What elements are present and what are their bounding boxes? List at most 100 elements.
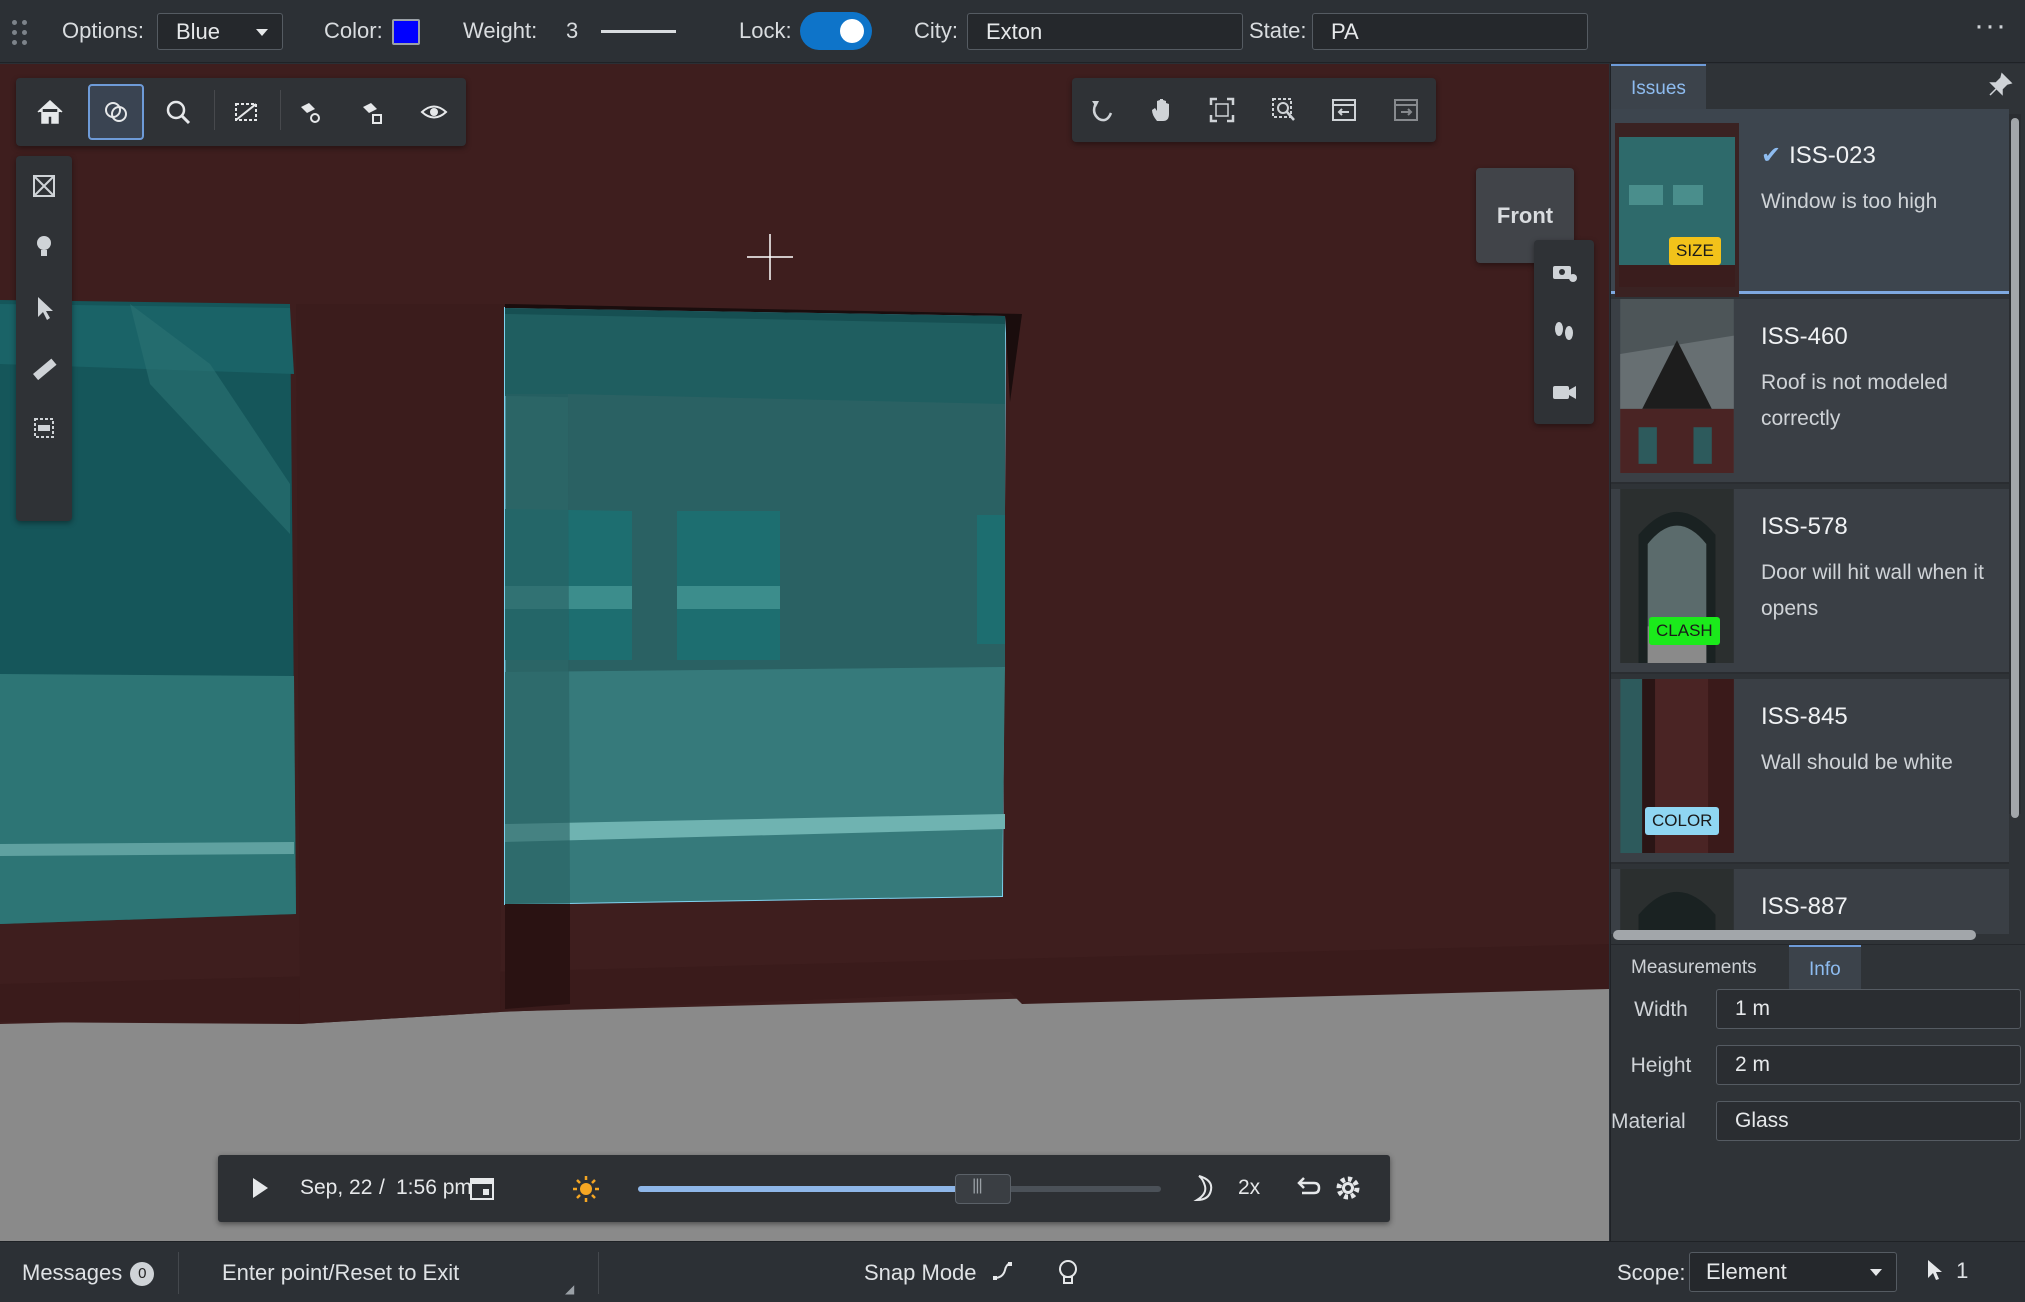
timeline-time: 1:56 pm — [396, 1176, 472, 1199]
clip-icon[interactable] — [16, 158, 72, 214]
snap-mode-button[interactable]: Snap Mode — [864, 1260, 1013, 1286]
play-icon[interactable] — [248, 1175, 272, 1207]
timeline-progress — [638, 1186, 984, 1192]
issue-id: ISS-887 — [1761, 893, 1848, 920]
tab-measurements[interactable]: Measurements — [1611, 945, 1777, 990]
section-tools-icon[interactable] — [16, 400, 72, 456]
tool-prompt: Enter point/Reset to Exit — [222, 1260, 460, 1285]
view-toolbar — [16, 78, 466, 146]
rotate-icon[interactable] — [1074, 82, 1130, 138]
weight-value: 3 — [566, 18, 579, 43]
previous-view-icon[interactable] — [1316, 82, 1372, 138]
timeline-slider[interactable] — [638, 1174, 1161, 1204]
material-field[interactable]: Glass — [1716, 1101, 2021, 1141]
hide-icon[interactable] — [282, 84, 338, 140]
more-horizontal-icon[interactable]: ··· — [1974, 11, 2007, 41]
lightbulb-icon[interactable] — [16, 218, 72, 274]
tab-info[interactable]: Info — [1789, 945, 1861, 990]
top-toolbar: Options: Blue Color: Weight: 3 Lock: Cit… — [0, 0, 2025, 63]
issue-badge: CLASH — [1649, 617, 1720, 645]
timeline-slider-handle[interactable] — [955, 1174, 1012, 1204]
issue-id: ISS-578 — [1761, 513, 1848, 540]
search-icon[interactable] — [150, 84, 206, 140]
width-label: Width — [1634, 998, 1688, 1021]
calendar-icon[interactable] — [469, 1175, 495, 1207]
view-selector-icon[interactable] — [88, 84, 144, 140]
side-toolbar — [16, 156, 72, 521]
window-area-icon[interactable] — [1256, 82, 1312, 138]
chevron-down-icon — [1870, 1269, 1882, 1276]
lightbulb-icon[interactable] — [1056, 1258, 1080, 1292]
cursor-icon — [1928, 1260, 1942, 1280]
issues-scrollbar[interactable] — [2009, 114, 2021, 818]
settings-gear-icon[interactable] — [1334, 1174, 1362, 1208]
home-icon[interactable] — [22, 84, 78, 140]
measure-icon[interactable] — [16, 342, 72, 398]
weight-slider[interactable] — [601, 30, 676, 33]
check-icon: ✔ — [1761, 142, 1782, 169]
camera-location-icon[interactable] — [1536, 244, 1592, 300]
selection-count[interactable]: 1 — [1924, 1258, 1968, 1284]
height-label: Height — [1630, 1054, 1692, 1077]
playback-speed[interactable]: 2x — [1238, 1176, 1260, 1200]
section-icon[interactable] — [218, 84, 274, 140]
next-view-icon[interactable] — [1378, 82, 1434, 138]
solar-timeline: Sep, 22 / 1:56 pm 2x — [218, 1155, 1390, 1222]
viewport-3d[interactable]: Front i — [0, 64, 1609, 1241]
walk-icon[interactable] — [1536, 304, 1592, 360]
height-field[interactable]: 2 m — [1716, 1045, 2021, 1085]
selection-count-value: 1 — [1956, 1258, 1969, 1283]
options-dropdown-value: Blue — [176, 19, 221, 44]
tab-issues[interactable]: Issues — [1611, 64, 1706, 109]
snap-icon — [992, 1262, 1012, 1280]
weight-label: Weight: — [463, 18, 538, 43]
city-input-value: Exton — [986, 19, 1043, 44]
pan-icon[interactable] — [1134, 82, 1190, 138]
issue-card[interactable]: SIZE ✔ ISS-023 Window is too high — [1611, 109, 2009, 297]
state-input-value: PA — [1331, 19, 1359, 44]
select-icon[interactable] — [16, 280, 72, 336]
crosshair-cursor-icon — [747, 234, 793, 280]
video-camera-icon[interactable] — [1536, 364, 1592, 420]
status-bar: Messages 0 Enter point/Reset to Exit ◢ Sn… — [0, 1241, 2025, 1302]
issue-card[interactable]: CLASH ISS-578 Door will hit wall when it… — [1611, 489, 2009, 674]
fit-view-icon[interactable] — [1194, 82, 1250, 138]
chevron-down-icon — [256, 29, 268, 36]
issues-horizontal-scrollbar[interactable] — [1613, 930, 1976, 940]
issue-badge: COLOR — [1645, 807, 1720, 835]
pin-icon[interactable] — [1987, 72, 2013, 103]
issue-card[interactable]: COLOR ISS-845 Wall should be white — [1611, 679, 2009, 864]
issue-id: ISS-845 — [1761, 703, 1848, 730]
issue-card[interactable]: ISS-887 — [1611, 869, 2009, 934]
issues-list: SIZE ✔ ISS-023 Window is too high ISS-460… — [1611, 109, 2009, 934]
color-swatch[interactable] — [392, 19, 420, 45]
messages-button[interactable]: Messages 0 — [22, 1260, 155, 1286]
scope-dropdown-value: Element — [1706, 1259, 1787, 1284]
drag-handle-icon[interactable] — [12, 20, 28, 46]
prompt-corner-icon[interactable]: ◢ — [565, 1282, 574, 1296]
timeline-separator: / — [379, 1176, 385, 1199]
color-label: Color: — [324, 18, 383, 43]
state-input[interactable]: PA — [1312, 13, 1588, 50]
issue-thumbnail — [1615, 869, 1739, 934]
city-input[interactable]: Exton — [967, 13, 1243, 50]
issue-id: ISS-460 — [1761, 323, 1848, 350]
issue-card[interactable]: ISS-460 Roof is not modeled correctly — [1611, 299, 2009, 484]
eye-icon[interactable] — [406, 84, 462, 140]
camera-toolbar — [1534, 240, 1594, 424]
width-field[interactable]: 1 m — [1716, 989, 2021, 1029]
state-label: State: — [1249, 18, 1307, 43]
scope-label: Scope: — [1617, 1260, 1686, 1285]
lock-toggle[interactable] — [800, 12, 872, 50]
property-tabs: Measurements Info — [1611, 944, 2025, 991]
issue-id: ✔ ISS-023 — [1761, 142, 1876, 169]
options-dropdown[interactable]: Blue — [157, 13, 283, 50]
building-model-scene[interactable] — [0, 64, 1609, 1241]
isolate-icon[interactable] — [344, 84, 400, 140]
scope-dropdown[interactable]: Element — [1689, 1252, 1897, 1292]
issues-scrollbar-thumb[interactable] — [2011, 118, 2019, 818]
view-cube-label: Front — [1496, 202, 1554, 228]
issue-badge: SIZE — [1669, 237, 1721, 265]
issue-description: Window is too high — [1761, 190, 1938, 213]
repeat-icon[interactable] — [1294, 1175, 1322, 1207]
